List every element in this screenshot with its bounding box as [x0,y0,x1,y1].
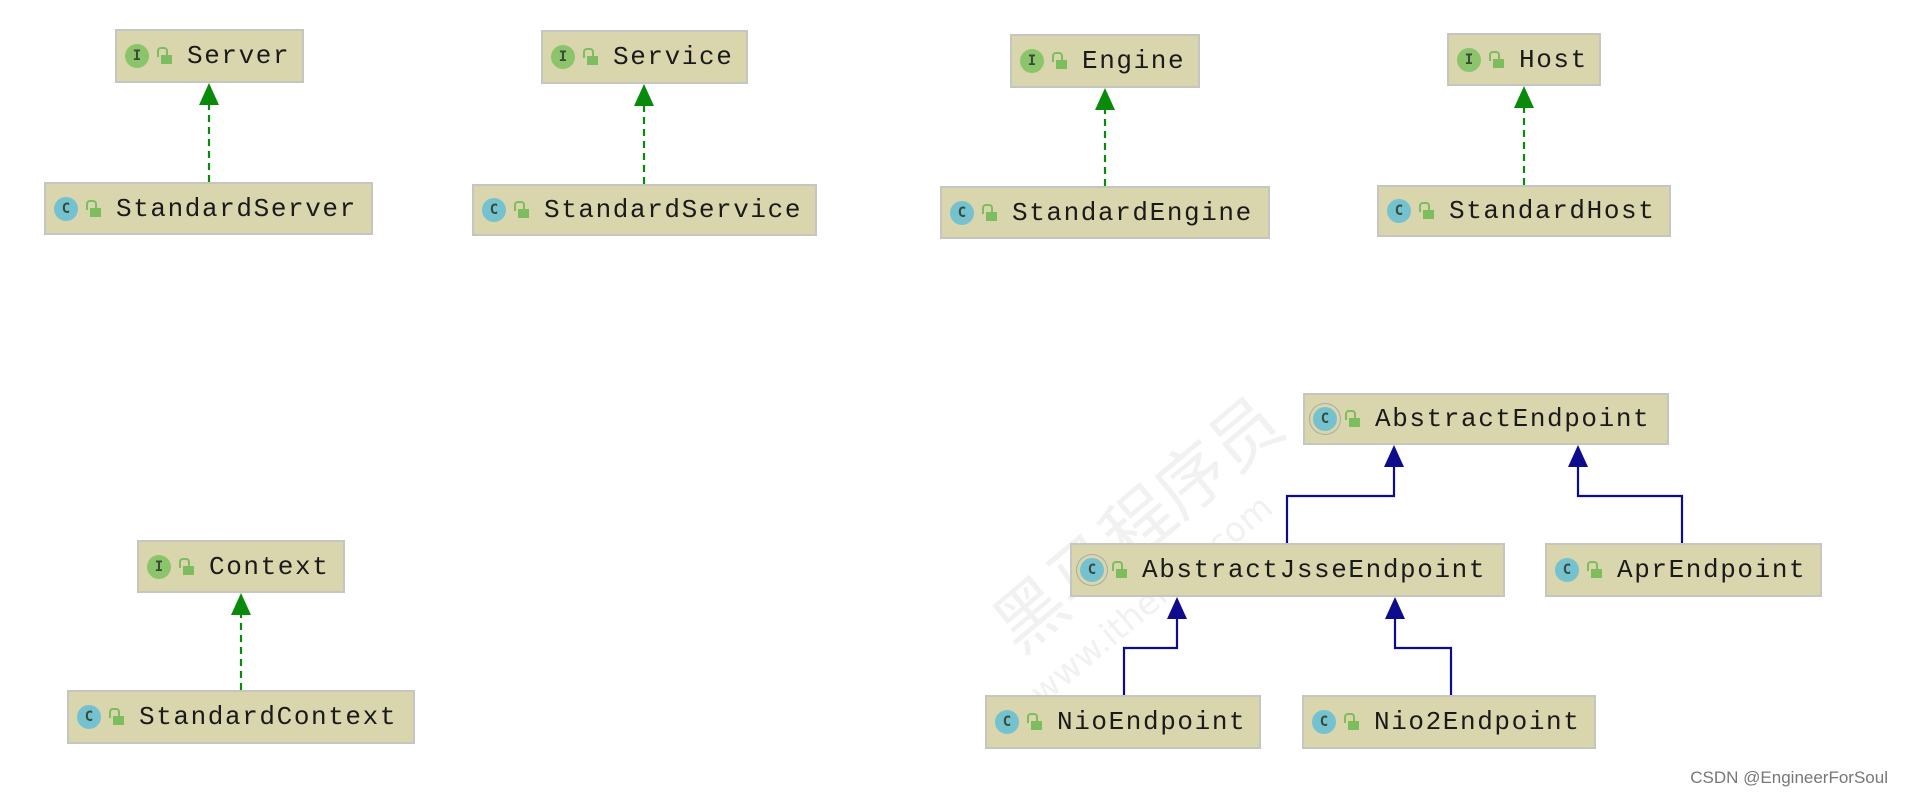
edge-implements [1095,88,1115,186]
class-icon: C [1387,199,1411,223]
edge-line [1122,617,1179,695]
edge-implements [231,593,251,690]
class-node-standard-server[interactable]: C StandardServer [44,182,373,235]
class-node-nio-endpoint[interactable]: C NioEndpoint [985,695,1261,749]
arrowhead-icon [1095,88,1115,110]
edge-extends [1285,445,1404,543]
class-node-nio-2endpoint[interactable]: C Nio2Endpoint [1302,695,1596,749]
class-icon: C [1313,407,1337,431]
class-icon: C [77,705,101,729]
public-lock-icon [1587,561,1603,579]
class-node-apr-endpoint[interactable]: C AprEndpoint [1545,543,1822,597]
class-icon: C [995,710,1019,734]
class-name: Engine [1082,46,1186,76]
public-lock-icon [1344,713,1360,731]
arrowhead-icon [1384,445,1404,467]
class-icon: C [950,200,974,225]
public-lock-icon [1345,410,1361,428]
credit-watermark: CSDN @EngineerForSoul [1690,768,1888,787]
class-node-abstract-jsse-endpoint[interactable]: C AbstractJsseEndpoint [1070,543,1505,597]
class-icon: C [54,196,78,221]
public-lock-icon [86,199,102,218]
arrowhead-icon [634,84,654,106]
interface-icon: I [1457,47,1481,72]
public-lock-icon [982,203,998,222]
public-lock-icon [1419,202,1435,220]
edge-line [1285,465,1396,543]
arrowhead-icon [1568,445,1588,467]
public-lock-icon [109,708,125,726]
edge-line [1576,465,1684,543]
arrowhead-icon [1514,86,1534,108]
class-name: StandardContext [139,702,398,732]
public-lock-icon [1027,713,1043,731]
public-lock-icon [179,557,195,576]
class-name: StandardService [544,195,803,225]
class-icon: C [1080,558,1104,582]
class-name: StandardEngine [1012,197,1253,228]
class-name: StandardServer [116,193,357,224]
class-name: AbstractJsseEndpoint [1142,555,1487,585]
interface-icon: I [1020,49,1044,73]
edge-extends [1122,597,1187,695]
public-lock-icon [1489,50,1505,69]
class-icon: C [1312,710,1336,734]
class-node-service[interactable]: I Service [541,30,748,84]
interface-icon: I [551,45,575,69]
public-lock-icon [583,48,599,66]
edge-extends [1385,597,1453,695]
class-icon: C [482,198,506,222]
class-name: Nio2Endpoint [1374,707,1581,737]
class-diagram: 黑马程序员 www.itheima.com I Server C StandardSe… [0,0,1906,798]
class-name: StandardHost [1449,196,1656,226]
edge-line [1393,617,1453,695]
public-lock-icon [157,47,173,65]
class-node-standard-context[interactable]: C StandardContext [67,690,415,744]
public-lock-icon [1052,52,1068,70]
edge-implements [634,84,654,184]
interface-icon: I [125,44,149,68]
class-name: AprEndpoint [1617,555,1807,585]
class-name: NioEndpoint [1057,707,1247,737]
class-node-standard-host[interactable]: C StandardHost [1377,185,1671,237]
arrowhead-icon [1167,597,1187,619]
arrowhead-icon [231,593,251,615]
class-name: Service [613,42,734,72]
edge-implements [199,83,219,182]
public-lock-icon [1112,561,1128,579]
public-lock-icon [514,201,530,219]
arrowhead-icon [1385,597,1405,619]
class-node-context[interactable]: I Context [137,540,345,593]
class-name: Host [1519,44,1588,75]
class-name: Context [209,551,330,582]
class-icon: C [1555,558,1579,582]
class-name: AbstractEndpoint [1375,404,1651,434]
class-node-abstract-endpoint[interactable]: C AbstractEndpoint [1303,393,1669,445]
class-node-standard-service[interactable]: C StandardService [472,184,817,236]
interface-icon: I [147,554,171,579]
class-node-standard-engine[interactable]: C StandardEngine [940,186,1270,239]
edge-extends [1568,445,1684,543]
class-name: Server [187,41,291,71]
class-node-server[interactable]: I Server [115,29,304,83]
edge-implements [1514,86,1534,185]
class-node-engine[interactable]: I Engine [1010,34,1200,88]
arrowhead-icon [199,83,219,105]
class-node-host[interactable]: I Host [1447,33,1601,86]
